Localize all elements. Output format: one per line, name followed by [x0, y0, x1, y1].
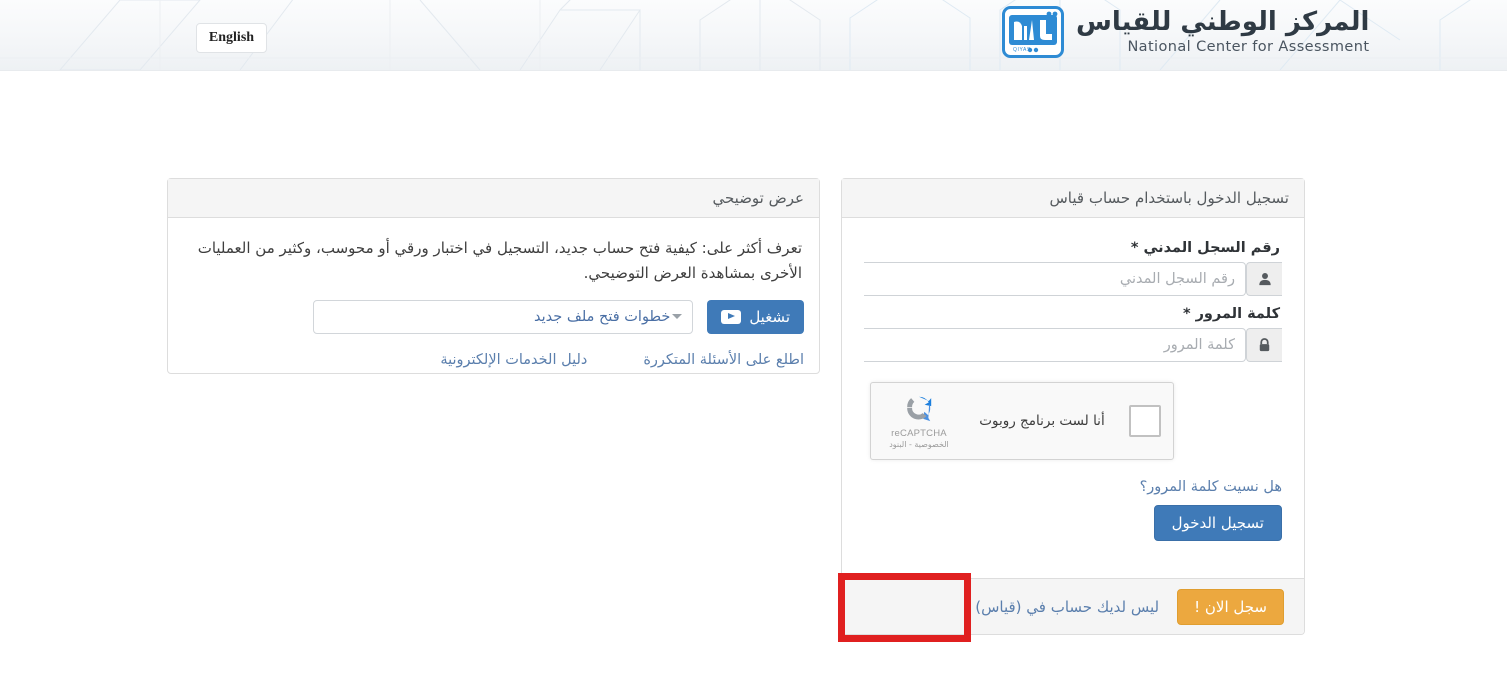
demo-topic-select[interactable]: خطوات فتح ملف جديد	[313, 299, 694, 334]
demo-panel-title: عرض توضيحي	[168, 179, 819, 218]
site-header: English المركز الوطني للقياس National Ce…	[0, 0, 1507, 71]
recaptcha-label: أنا لست برنامج روبوت	[979, 413, 1105, 429]
youtube-play-icon	[721, 309, 742, 324]
recaptcha-terms-link[interactable]: الخصوصية - البنود	[889, 440, 949, 449]
national-id-input[interactable]	[864, 262, 1246, 296]
login-panel: تسجيل الدخول باستخدام حساب قياس رقم السج…	[841, 178, 1305, 635]
login-button[interactable]: تسجيل الدخول	[1153, 505, 1282, 541]
national-id-input-group	[864, 262, 1282, 296]
demo-panel: عرض توضيحي تعرف أكثر على: كيفية فتح حساب…	[167, 178, 820, 374]
demo-links: اطلع على الأسئلة المتكررة دليل الخدمات ا…	[183, 352, 804, 368]
play-demo-button[interactable]: تشغيل	[707, 299, 804, 334]
login-submit-row: تسجيل الدخول	[864, 505, 1282, 541]
play-button-label: تشغيل	[749, 307, 790, 326]
recaptcha-logo-icon	[904, 393, 934, 427]
user-icon	[1246, 262, 1282, 296]
brand-logo-group: المركز الوطني للقياس National Center for…	[1002, 6, 1369, 58]
demo-panel-body: تعرف أكثر على: كيفية فتح حساب جديد، التس…	[168, 218, 819, 383]
recaptcha-brand-name: reCAPTCHA	[891, 428, 947, 439]
login-panel-title: تسجيل الدخول باستخدام حساب قياس	[842, 179, 1304, 218]
password-label: كلمة المرور *	[1182, 306, 1280, 322]
link-eservices-guide[interactable]: دليل الخدمات الإلكترونية	[440, 352, 587, 368]
brand-name-english: National Center for Assessment	[1127, 38, 1370, 55]
login-panel-footer: سجل الان ! ليس لديك حساب في (قياس)	[842, 578, 1304, 634]
national-id-label: رقم السجل المدني *	[1130, 240, 1280, 256]
demo-topic-select-value: خطوات فتح ملف جديد	[533, 308, 671, 325]
brand-text: المركز الوطني للقياس National Center for…	[1076, 7, 1370, 55]
demo-controls-row: تشغيل خطوات فتح ملف جديد	[183, 299, 804, 334]
no-account-note: ليس لديك حساب في (قياس)	[975, 597, 1160, 616]
recaptcha-checkbox[interactable]	[1129, 405, 1161, 437]
brand-name-arabic: المركز الوطني للقياس	[1076, 7, 1370, 38]
language-toggle-label: English	[208, 30, 255, 45]
demo-description: تعرف أكثر على: كيفية فتح حساب جديد، التس…	[197, 239, 802, 282]
forgot-password-row: هل نسيت كلمة المرور؟	[864, 476, 1282, 495]
recaptcha-widget[interactable]: أنا لست برنامج روبوت reCAPTCHA الخصوصية …	[870, 382, 1174, 460]
password-input[interactable]	[864, 328, 1246, 362]
chevron-down-icon	[672, 314, 683, 319]
qiyas-logo-icon: QIYAS	[1002, 6, 1064, 58]
login-form: رقم السجل المدني * كلمة المرور *	[842, 218, 1304, 559]
svg-text:QIYAS: QIYAS	[1013, 47, 1031, 53]
recaptcha-brand: reCAPTCHA الخصوصية - البنود	[883, 393, 955, 449]
page-content: عرض توضيحي تعرف أكثر على: كيفية فتح حساب…	[0, 71, 1507, 691]
lock-icon	[1246, 328, 1282, 362]
language-toggle-button[interactable]: English	[196, 23, 267, 53]
link-faq[interactable]: اطلع على الأسئلة المتكررة	[643, 352, 804, 368]
signup-now-button[interactable]: سجل الان !	[1177, 588, 1284, 625]
password-input-group	[864, 328, 1282, 362]
forgot-password-link[interactable]: هل نسيت كلمة المرور؟	[1140, 479, 1282, 495]
